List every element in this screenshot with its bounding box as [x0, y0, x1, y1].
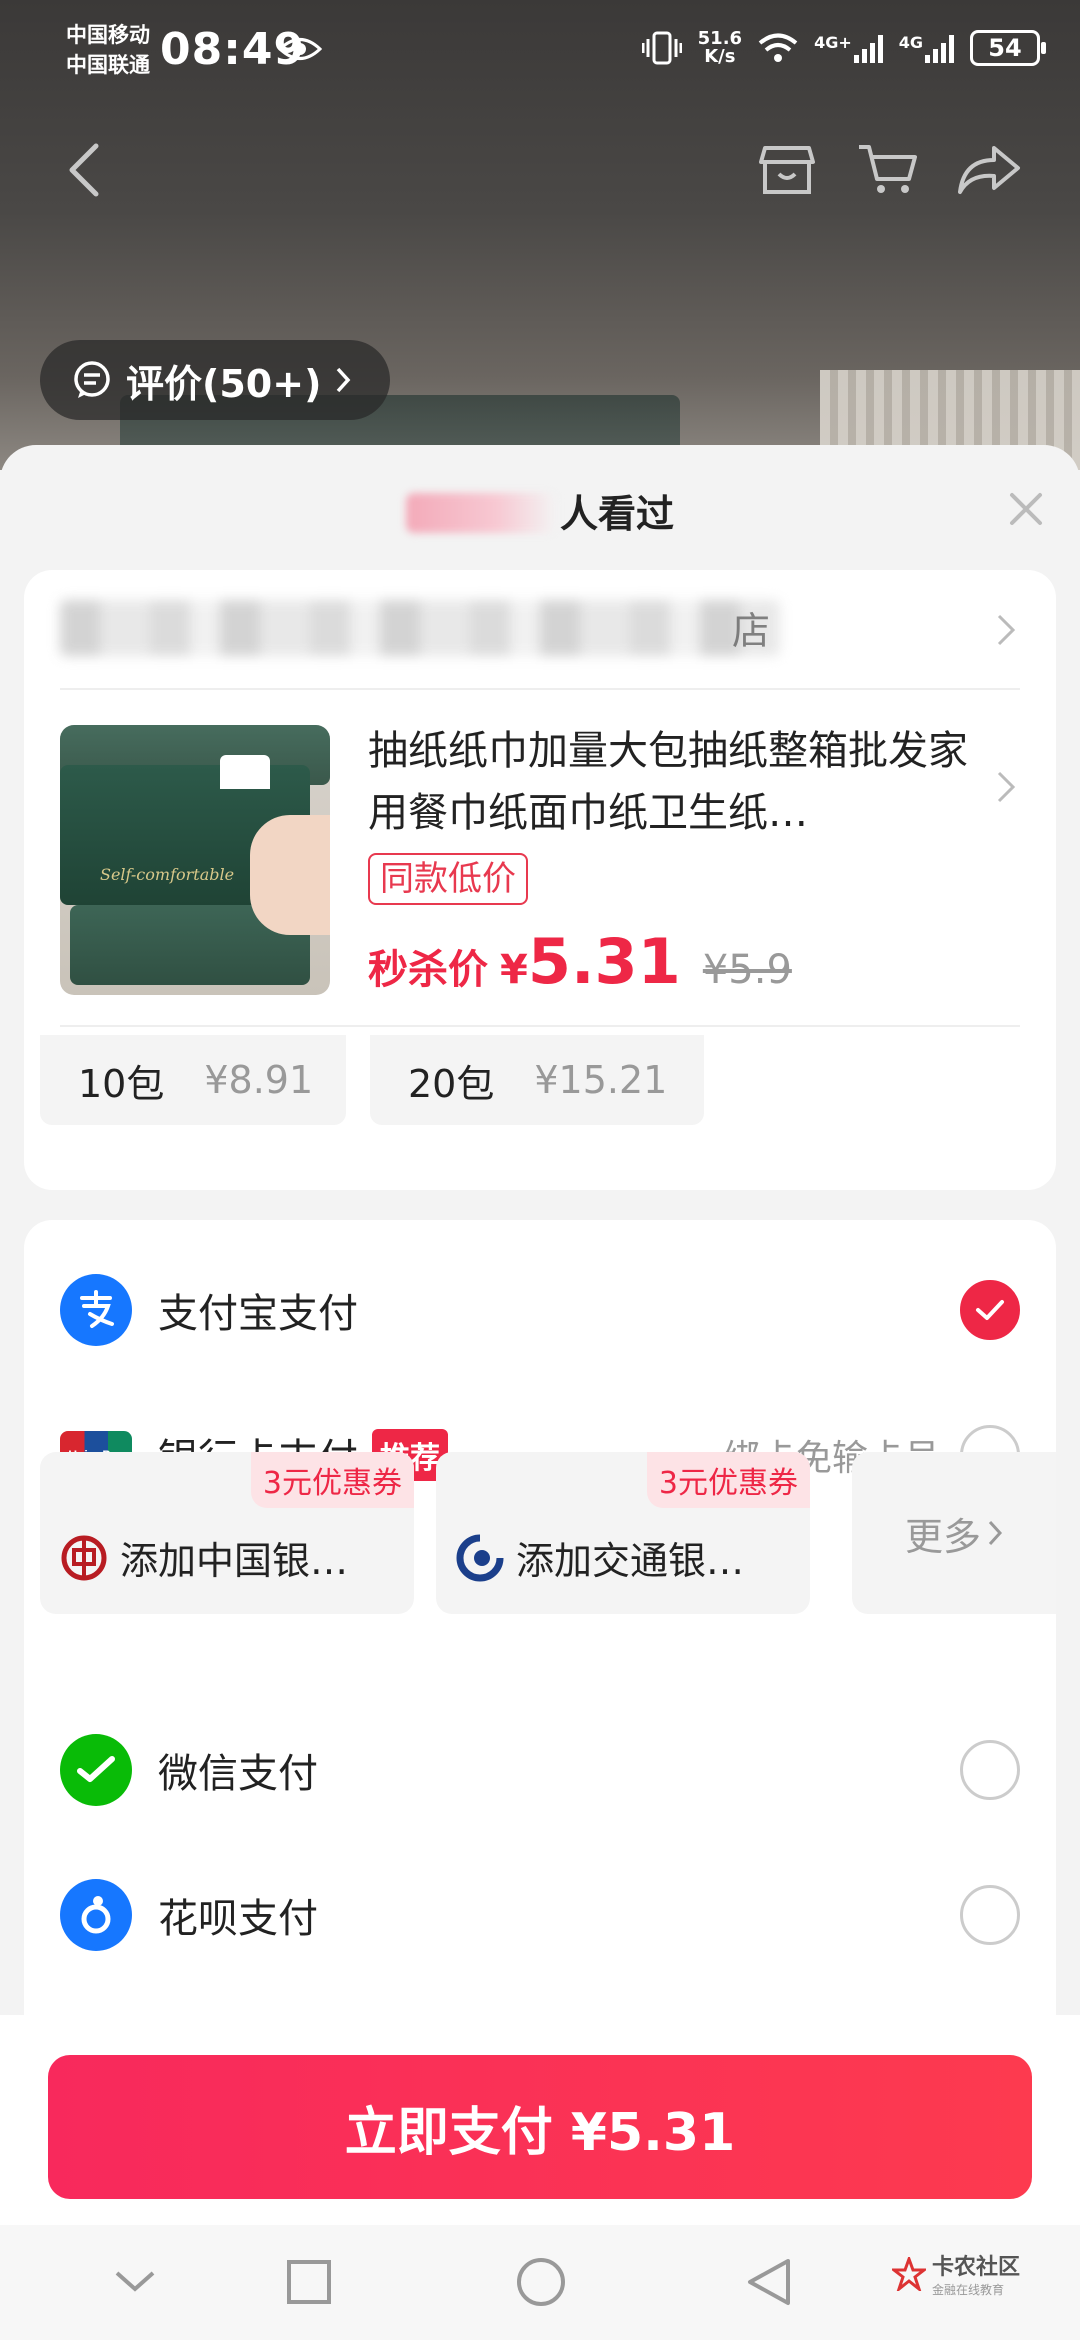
- add-bank-label: 添加中国银…: [120, 1539, 349, 1583]
- more-banks-button[interactable]: 更多: [852, 1452, 1056, 1614]
- cart-button[interactable]: [852, 138, 922, 202]
- system-navigation-bar: 卡农社区 金融在线教育: [0, 2225, 1080, 2340]
- back-button[interactable]: [48, 138, 118, 202]
- chevron-right-icon[interactable]: [996, 770, 1016, 804]
- hide-keyboard-button[interactable]: [100, 2247, 170, 2317]
- store-row[interactable]: 店: [60, 570, 1020, 690]
- bank-of-china-logo-icon: [61, 1535, 107, 1581]
- payment-option-wechat[interactable]: 微信支付: [60, 1720, 1020, 1820]
- add-bank-of-communications-chip[interactable]: 3元优惠券 添加交通银…: [436, 1452, 810, 1614]
- divider: [60, 1025, 1020, 1027]
- wifi-icon: [758, 33, 798, 62]
- currency-symbol: ¥: [500, 947, 528, 993]
- sheet-header: 人看过: [0, 445, 1080, 570]
- same-style-low-price-tag: 同款低价: [368, 853, 528, 905]
- alipay-radio-checked[interactable]: [960, 1280, 1020, 1340]
- comment-icon: [74, 361, 110, 398]
- product-title: 抽纸纸巾加量大包抽纸整箱批发家用餐巾纸面巾纸卫生纸…: [368, 728, 968, 836]
- store-icon: [759, 146, 815, 194]
- battery-indicator: 54: [970, 30, 1046, 66]
- recents-button[interactable]: [274, 2247, 344, 2317]
- wechat-pay-label: 微信支付: [158, 1751, 318, 1797]
- sale-price: 5.31: [527, 925, 681, 998]
- huabei-label: 花呗支付: [158, 1896, 318, 1942]
- signal-sim1: 4G+: [814, 33, 883, 63]
- payment-option-alipay[interactable]: 支付宝支付: [60, 1260, 1020, 1360]
- spec-option-10[interactable]: 10包 ¥8.91: [40, 1035, 346, 1125]
- home-button[interactable]: [506, 2247, 576, 2317]
- kanong-community-watermark: 卡农社区 金融在线教育: [891, 2249, 1020, 2298]
- chevron-down-icon: [115, 2271, 155, 2292]
- status-bar: 中国移动 中国联通 08:49 51.6 K/s 4G+ 4G 54: [0, 0, 1080, 110]
- reviews-pill[interactable]: 评价(50+): [40, 340, 390, 420]
- bank-of-communications-logo-icon: [456, 1534, 504, 1582]
- flash-sale-label: 秒杀价: [368, 947, 488, 993]
- back-system-button[interactable]: [734, 2247, 804, 2317]
- chevron-right-icon: [337, 367, 351, 393]
- alipay-label: 支付宝支付: [158, 1291, 358, 1337]
- close-icon[interactable]: [1006, 489, 1046, 529]
- vibrate-icon: [641, 31, 682, 65]
- spec-option-20[interactable]: 20包 ¥15.21: [370, 1035, 704, 1125]
- redacted-store-name: [60, 600, 780, 656]
- redacted-viewer-count: [405, 493, 556, 533]
- square-icon: [287, 2260, 331, 2304]
- checkmark-icon: [976, 1300, 1004, 1320]
- huabei-radio[interactable]: [960, 1885, 1020, 1945]
- alipay-icon: [60, 1274, 132, 1346]
- share-button[interactable]: [954, 138, 1024, 202]
- viewers-count: 人看过: [0, 483, 1080, 538]
- reviews-label: 评价(50+): [126, 361, 322, 406]
- package-label: Self-comfortable: [100, 865, 235, 884]
- wechat-pay-icon: [60, 1734, 132, 1806]
- coupon-badge: 3元优惠券: [646, 1452, 810, 1508]
- triangle-back-icon: [748, 2259, 790, 2305]
- add-bank-of-china-chip[interactable]: 3元优惠券 添加中国银…: [40, 1452, 414, 1614]
- store-button[interactable]: [752, 138, 822, 202]
- original-price: ¥5.9: [702, 947, 792, 993]
- price-row: 秒杀价 ¥ 5.31 ¥5.9: [368, 925, 792, 998]
- product-card: 店 Self-comfortable 抽纸纸巾加量大包抽纸整箱批发家用餐巾纸面巾…: [24, 570, 1056, 1190]
- back-arrow-icon: [69, 143, 99, 197]
- payment-option-huabei[interactable]: 花呗支付: [60, 1865, 1020, 1965]
- product-thumbnail[interactable]: Self-comfortable: [60, 725, 330, 995]
- eye-comfort-icon: [278, 38, 322, 60]
- carrier-names: 中国移动 中国联通: [66, 23, 150, 77]
- shopping-cart-icon: [859, 145, 917, 193]
- circle-icon: [517, 2258, 565, 2306]
- checkout-footer: 立即支付 ¥5.31: [0, 2015, 1080, 2225]
- chevron-right-icon: [988, 1520, 1003, 1546]
- network-speed: 51.6 K/s: [697, 28, 743, 67]
- add-bank-label: 添加交通银…: [516, 1539, 745, 1583]
- huabei-icon: [60, 1879, 132, 1951]
- pay-now-button[interactable]: 立即支付 ¥5.31: [48, 2055, 1032, 2199]
- coupon-badge: 3元优惠券: [250, 1452, 414, 1508]
- chevron-right-icon: [997, 614, 1016, 646]
- product-top-nav: [0, 130, 1080, 210]
- signal-sim2: 4G: [899, 33, 954, 63]
- wechat-radio[interactable]: [960, 1740, 1020, 1800]
- share-icon: [958, 146, 1020, 194]
- kanong-logo-icon: [891, 2256, 926, 2291]
- store-name: 店: [732, 609, 771, 653]
